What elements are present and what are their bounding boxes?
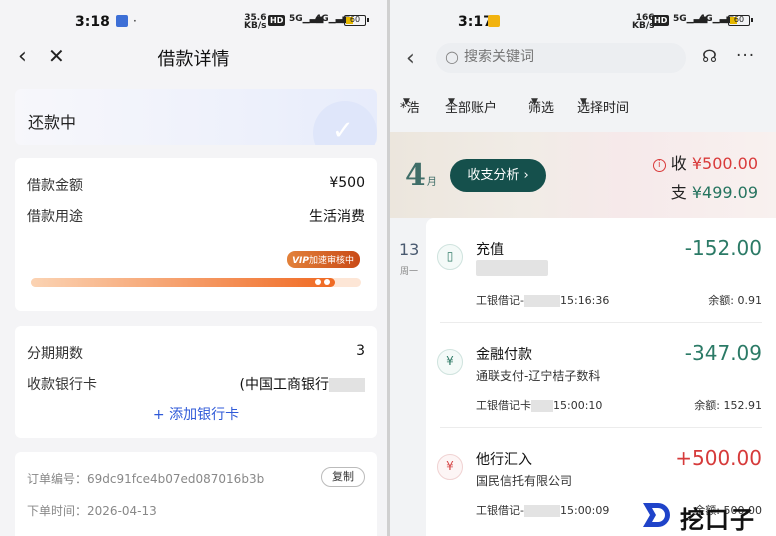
info-icon[interactable]: i [652, 159, 666, 172]
transaction-balance: 余额: 152.91 [694, 399, 762, 412]
page-title: 借款详情 [157, 49, 230, 70]
order-time: 下单时间：2026-04-13 [27, 504, 157, 518]
transaction-row[interactable]: ¥ 金融付款 通联支付-辽宁桔子数科 -347.09 工银借记卡 15:00:10… [426, 323, 776, 428]
term-card: 分期期数 3 收款银行卡 (中国工商银行 + 添加银行卡 [15, 326, 377, 438]
loan-detail-screen: 3:18 · 35.6 KB/s HD 5G▁▃▅ 4G▁▃▅ 60 ‹ ✕ 借款… [0, 0, 387, 536]
phone-topup-icon: ▯ [437, 244, 463, 270]
copy-button[interactable]: 复制 [321, 467, 365, 487]
transaction-meta: 工银借记- 15:00:09 [476, 504, 610, 517]
transaction-list: ▯ 充值 -152.00 工银借记- 15:16:36 余额: 0.91 ¥ 金融… [426, 218, 776, 536]
plus-icon: + [152, 407, 170, 423]
headset-icon[interactable]: ☊ [702, 47, 717, 67]
amount-label: 借款金额 [27, 178, 83, 194]
transaction-counterparty: 通联支付-辽宁桔子数科 [476, 369, 601, 383]
check-badge-icon: ✓ [307, 101, 377, 145]
caret-down-icon: ▼ [531, 97, 538, 107]
search-input[interactable] [464, 49, 664, 65]
top-nav: ‹ ✕ 借款详情 [0, 40, 387, 76]
caret-down-icon: ▼ [403, 97, 410, 107]
order-card: 订单编号：69dc91fce4b07ed087016b3b 复制 下单时间：20… [15, 452, 377, 536]
status-time: 3:18 [75, 14, 110, 30]
transaction-amount: -347.09 [684, 341, 762, 365]
add-bank-card-button[interactable]: + 添加银行卡 [15, 404, 377, 424]
income-expense-analysis-button[interactable]: 收支分析 › [450, 159, 546, 192]
transaction-counterparty: 国民信托有限公司 [476, 474, 573, 488]
caret-down-icon: ▼ [448, 97, 455, 107]
loan-info-card: 借款金额 ¥500 借款用途 生活消费 VIP加速审核中 [15, 158, 377, 311]
transaction-name: 他行汇入 [476, 452, 532, 468]
transaction-name: 金融付款 [476, 347, 532, 363]
bank-label: 收款银行卡 [27, 377, 97, 393]
hd-badge: HD [652, 15, 670, 26]
app-notification-icon [116, 15, 128, 27]
transfer-in-icon: ¥ [437, 454, 463, 480]
date-day: 13 [399, 240, 420, 259]
progress-dot [315, 279, 321, 285]
back-arrow-icon[interactable]: ‹ [406, 46, 415, 71]
watermark-logo-icon [643, 503, 670, 527]
top-nav: ‹ ○ ☊ ··· [390, 40, 776, 78]
bank-value: (中国工商银行 [240, 374, 365, 394]
more-icon[interactable]: ··· [736, 46, 755, 66]
progress-fill [31, 278, 335, 287]
order-number: 订单编号：69dc91fce4b07ed087016b3b [27, 472, 265, 486]
app-notification-icon [488, 15, 500, 27]
loan-status-card: 还款中 ✓ [15, 89, 377, 145]
transaction-amount: -152.00 [684, 236, 762, 260]
expense-summary: 支 ¥499.09 [670, 183, 758, 202]
date-column: 13 周一 [390, 218, 426, 536]
search-box[interactable]: ○ [436, 43, 686, 73]
month-summary: 4月 收支分析 › i收 ¥500.00 支 ¥499.09 [390, 132, 776, 218]
review-progress-bar [31, 278, 361, 287]
purpose-label: 借款用途 [27, 209, 83, 225]
transaction-row[interactable]: ▯ 充值 -152.00 工银借记- 15:16:36 余额: 0.91 [426, 218, 776, 323]
watermark-text: 挖口子 [680, 506, 755, 534]
network-speed: 35.6 KB/s [244, 13, 267, 31]
purpose-value: 生活消费 [309, 209, 365, 225]
transaction-balance: 余额: 0.91 [708, 294, 762, 307]
masked-card-number [329, 378, 365, 392]
progress-dot [324, 279, 330, 285]
transaction-meta: 工银借记卡 15:00:10 [476, 399, 603, 412]
transaction-name: 充值 [476, 242, 504, 258]
status-bar: 3:18 · 35.6 KB/s HD 5G▁▃▅ 4G▁▃▅ 60 [0, 0, 387, 40]
masked-detail [476, 260, 548, 276]
installments-value: 3 [356, 343, 365, 359]
transaction-amount: +500.00 [675, 446, 762, 470]
month-label: 4月 [405, 158, 437, 193]
notification-dot-icon: · [133, 14, 137, 28]
date-weekday: 周一 [400, 267, 419, 277]
amount-value: ¥500 [329, 175, 365, 191]
loan-status-text: 还款中 [28, 113, 77, 132]
payment-icon: ¥ [437, 349, 463, 375]
status-bar: 3:17 166 KB/s HD 5G▁▃▅ 4G▁▃▅ 60 [390, 0, 776, 40]
income-summary: i收 ¥500.00 [652, 150, 758, 174]
transaction-meta: 工银借记- 15:16:36 [476, 294, 610, 307]
bank-statement-screen: 3:17 166KB/s HD 5G▁▃▅ 4G▁▃▅ 60 ‹ ○ ☊ ···… [390, 0, 776, 536]
installments-label: 分期期数 [27, 346, 83, 362]
caret-down-icon: ▼ [580, 97, 587, 107]
vip-review-badge: VIP加速审核中 [287, 251, 360, 268]
watermark: 挖口子 [640, 500, 770, 534]
transaction-area: 13 周一 ▯ 充值 -152.00 工银借记- 15:16:36 余额: 0.9… [390, 218, 776, 536]
battery-icon: 60 [728, 15, 753, 26]
search-icon: ○ [445, 47, 459, 66]
hd-badge: HD [268, 15, 286, 26]
battery-icon: 60 [344, 15, 369, 26]
